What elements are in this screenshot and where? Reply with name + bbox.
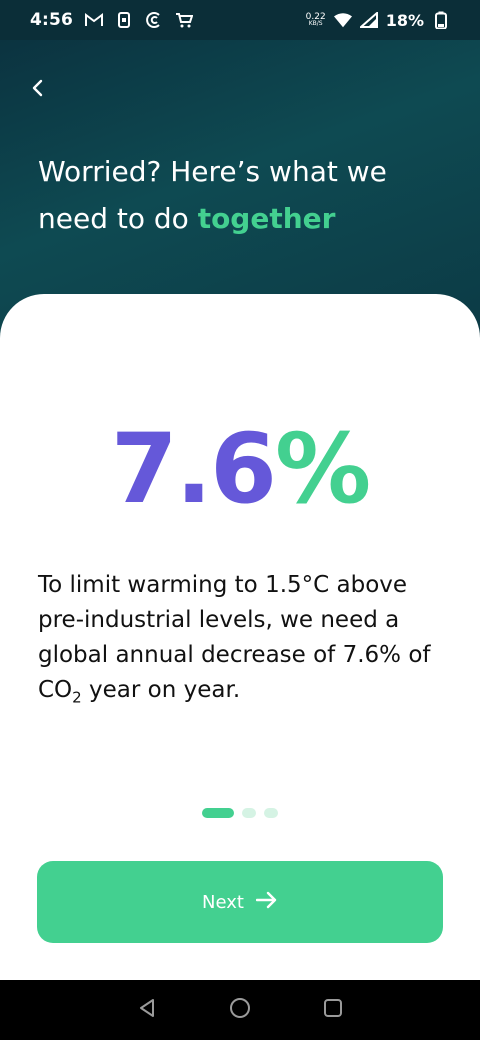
battery-percent: 18% <box>385 10 424 30</box>
arrow-right-icon <box>255 891 278 914</box>
network-speed-unit: KB/S <box>308 20 323 27</box>
content-card: 7.6% To limit warming to 1.5°C above pre… <box>0 294 480 980</box>
status-time: 4:56 <box>30 10 74 30</box>
description: To limit warming to 1.5°C above pre-indu… <box>38 568 448 716</box>
description-end: year on year. <box>81 677 241 703</box>
next-button[interactable]: Next <box>37 861 443 943</box>
circle-home-icon <box>229 997 251 1023</box>
statistic-unit: % <box>274 413 371 525</box>
nav-back-button[interactable] <box>132 995 162 1025</box>
sim-icon <box>115 11 133 29</box>
cart-icon <box>175 11 194 29</box>
cell-signal-icon <box>359 11 378 29</box>
headline-accent: together <box>197 202 336 235</box>
statistic-value: 7.6 <box>110 413 277 525</box>
pagination-dot <box>264 808 278 818</box>
network-speed: 0.22 KB/S <box>306 13 326 27</box>
square-recents-icon <box>323 998 343 1022</box>
page-title: Worried? Here’s what we need to do toget… <box>38 148 438 242</box>
nav-recents-button[interactable] <box>318 995 348 1025</box>
next-button-label: Next <box>202 891 244 913</box>
co2-subscript: 2 <box>72 688 82 707</box>
cred-icon <box>145 11 163 29</box>
pagination-dot-active <box>202 808 234 818</box>
battery-icon <box>432 11 450 29</box>
chevron-left-icon <box>31 78 45 102</box>
pagination-dots <box>202 808 278 818</box>
back-button[interactable] <box>22 74 54 106</box>
gmail-icon <box>85 11 104 29</box>
statistic: 7.6% <box>0 414 480 524</box>
triangle-back-icon <box>137 998 157 1022</box>
status-left: 4:56 <box>30 10 194 30</box>
status-bar: 4:56 0.22 KB/S 18% <box>0 0 480 40</box>
nav-home-button[interactable] <box>225 995 255 1025</box>
wifi-icon <box>333 11 352 29</box>
system-nav-bar <box>0 980 480 1040</box>
status-right: 0.22 KB/S 18% <box>306 11 450 30</box>
pagination-dot <box>242 808 256 818</box>
